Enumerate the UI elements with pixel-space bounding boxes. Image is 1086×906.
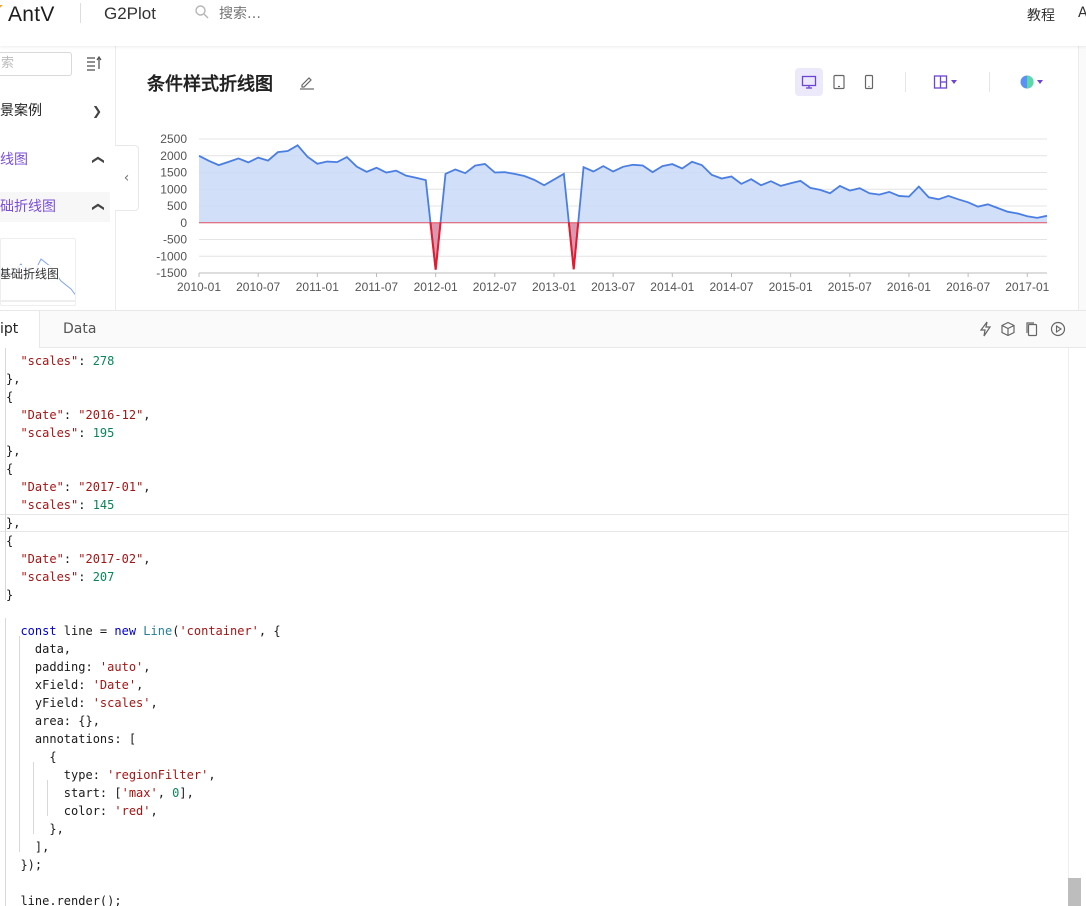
y-tick-label: 1000 — [160, 182, 187, 196]
y-tick-label: 0 — [180, 216, 187, 230]
x-tick-label: 2013-01 — [532, 280, 576, 294]
x-tick-label: 2010-07 — [236, 280, 280, 294]
sort-icon[interactable] — [86, 55, 102, 71]
codesandbox-icon[interactable] — [1000, 321, 1016, 337]
code-line: }, — [6, 444, 21, 458]
logo-text[interactable]: AntV — [8, 3, 55, 27]
code-line: xField: 'Date', — [6, 678, 144, 692]
sidebar-search-input[interactable]: 索 — [0, 52, 72, 76]
chevron-up-icon: ❯ — [89, 201, 104, 213]
code-line: }, — [6, 372, 21, 386]
code-line: { — [6, 462, 14, 476]
sidebar-item-line-chart[interactable]: 线图 ❯ — [0, 145, 110, 175]
code-line: }); — [6, 858, 43, 872]
api-link[interactable]: A — [1078, 5, 1086, 21]
chevron-left-icon: ‹ — [123, 170, 130, 186]
code-line: annotations: [ — [6, 732, 137, 746]
code-line: "Date": "2017-02", — [20, 552, 151, 566]
search-input[interactable] — [219, 4, 369, 24]
tutorial-link[interactable]: 教程 — [1027, 5, 1055, 25]
code-line: "scales": 207 — [20, 570, 115, 584]
play-icon[interactable] — [1050, 321, 1066, 337]
y-tick-label: 2000 — [160, 149, 187, 163]
code-line: ], — [6, 840, 50, 854]
editor-scrollbar[interactable] — [1068, 348, 1086, 906]
x-tick-label: 2012-07 — [473, 280, 517, 294]
code-line: data, — [6, 642, 72, 656]
code-line: line.render(); — [6, 894, 122, 906]
code-line: color: 'red', — [6, 804, 158, 818]
product-name[interactable]: G2Plot — [104, 4, 156, 24]
code-line: padding: 'auto', — [6, 660, 151, 674]
x-tick-label: 2011-01 — [296, 280, 339, 294]
x-tick-label: 2016-01 — [887, 280, 931, 294]
code-line: type: 'regionFilter', — [6, 768, 216, 782]
chevron-up-icon: ❯ — [89, 154, 104, 166]
x-tick-label: 2011-07 — [355, 280, 398, 294]
code-line: { — [6, 750, 57, 764]
y-tick-label: 500 — [167, 199, 187, 213]
x-tick-label: 2015-01 — [769, 280, 813, 294]
chart-preview-panel: 条件样式折线图 2500 2000 1500 1000 500 0 -500 -1000 -15… — [117, 46, 1086, 310]
code-line: } — [6, 588, 14, 602]
code-line: const line = new Line('container', { — [20, 624, 281, 638]
sidebar-item-label: 础折线图 — [0, 199, 56, 215]
code-line: }, — [6, 822, 64, 836]
tab-data[interactable]: Data — [63, 311, 96, 348]
x-tick-label: 2012-01 — [414, 280, 458, 294]
x-tick-label: 2017-01 — [1005, 280, 1049, 294]
lightning-icon[interactable] — [978, 321, 994, 337]
x-tick-label: 2015-07 — [828, 280, 872, 294]
area-fill — [199, 145, 1047, 270]
chevron-down-icon: ❯ — [91, 104, 102, 118]
y-tick-label: 2500 — [160, 132, 187, 146]
copy-icon[interactable] — [1024, 321, 1040, 337]
sidebar-item-featured-cases[interactable]: 景案例 ❯ — [0, 96, 110, 126]
preview-right-edge — [1078, 46, 1086, 310]
sidebar-item-label: 线图 — [0, 152, 28, 168]
code-editor[interactable]: "scales": 278}, { "Date": "2016-12", "sca… — [0, 348, 1068, 906]
code-line: "scales": 195 — [20, 426, 115, 440]
code-line: "scales": 278 — [20, 354, 115, 368]
search-icon — [195, 5, 209, 19]
thumbnail-label: 基础折线图 — [0, 265, 60, 282]
x-tick-label: 2014-01 — [650, 280, 694, 294]
sidebar-item-basic-line[interactable]: 础折线图 ❯ — [0, 192, 110, 222]
line-area-chart[interactable]: 25002000150010005000-500-1000-15002010-0… — [117, 46, 1086, 310]
code-line: yField: 'scales', — [6, 696, 158, 710]
code-line: { — [6, 390, 14, 404]
y-tick-label: -500 — [163, 233, 187, 247]
code-line: area: {}, — [6, 714, 100, 728]
code-line: { — [6, 534, 14, 548]
current-line-highlight — [0, 514, 1068, 532]
x-tick-label: 2016-07 — [946, 280, 990, 294]
sidebar-collapse-button[interactable]: ‹ — [115, 145, 139, 211]
sidebar: 索 景案例 ❯ 线图 ❯ 础折线图 ❯ 基础折线图 — [0, 46, 116, 310]
antv-logo-icon: ◤ — [0, 3, 4, 17]
editor-scrollbar-thumb[interactable] — [1068, 878, 1081, 906]
code-line: "scales": 145 — [20, 498, 115, 512]
header-divider — [80, 3, 81, 23]
example-thumbnail[interactable]: 基础折线图 — [0, 238, 76, 306]
x-tick-label: 2010-01 — [177, 280, 221, 294]
x-tick-label: 2014-07 — [709, 280, 753, 294]
y-tick-label: -1500 — [156, 266, 187, 280]
code-line: "Date": "2016-12", — [20, 408, 151, 422]
code-line: "Date": "2017-01", — [20, 480, 151, 494]
editor-tab-bar: ipt Data — [0, 310, 1086, 348]
code-line: }, — [6, 516, 21, 530]
code-line: start: ['max', 0], — [6, 786, 194, 800]
tab-script[interactable]: ipt — [0, 311, 40, 348]
y-tick-label: 1500 — [160, 166, 187, 180]
top-navigation-bar: ◤ AntV G2Plot 教程 A — [0, 0, 1086, 46]
x-tick-label: 2013-07 — [591, 280, 635, 294]
sidebar-item-label: 景案例 — [0, 103, 42, 119]
y-tick-label: -1000 — [156, 249, 187, 263]
